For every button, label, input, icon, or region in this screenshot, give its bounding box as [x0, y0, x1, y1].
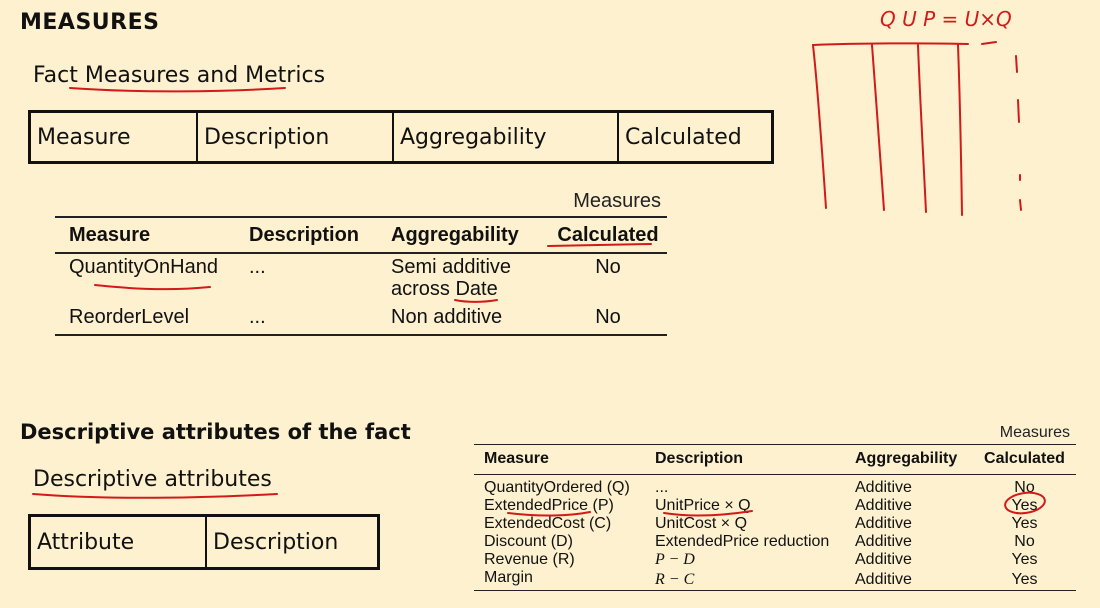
sketch-mark-1	[1015, 55, 1018, 73]
col-header-measure: Measure	[69, 223, 151, 246]
sketch-mark-2	[1017, 99, 1020, 123]
cell-calculated: Yes	[1011, 515, 1038, 532]
sketch-dash	[981, 41, 997, 45]
box-header-attribute: Attribute	[31, 517, 207, 567]
cell-description: P − D	[655, 551, 695, 568]
cell-measure: ExtendedPrice (P)	[484, 497, 614, 514]
sketch-mark-4	[1019, 199, 1022, 211]
cell-aggregability: Non additive	[391, 306, 503, 328]
cell-description: ...	[249, 256, 266, 278]
box-header-aggregability: Aggregability	[394, 113, 619, 161]
table-caption: Measures	[999, 424, 1070, 441]
cell-calculated: Yes	[1011, 497, 1038, 514]
cell-description: ...	[655, 479, 669, 496]
table-caption: Measures	[573, 190, 661, 212]
col-header-description: Description	[249, 223, 360, 246]
cell-measure: ReorderLevel	[69, 306, 190, 328]
aggregability-line1: Semi additive	[391, 256, 512, 278]
cell-aggregability: Additive	[855, 551, 912, 568]
sketch-col-4	[957, 44, 963, 216]
cell-aggregability: Additive	[855, 497, 912, 514]
sketch-col-2	[871, 44, 885, 211]
cell-aggregability: Additive	[855, 515, 912, 532]
table-header-row: Measure Description Aggregability Calcul…	[55, 217, 667, 253]
measure-template-box: Measure Description Aggregability Calcul…	[28, 110, 774, 164]
col-header-aggregability: Aggregability	[391, 223, 519, 246]
cell-calculated: No	[595, 256, 621, 278]
attribute-template-box: Attribute Description	[28, 514, 380, 570]
box-header-description: Description	[213, 529, 339, 555]
cell-aggregability: Additive	[855, 570, 912, 588]
cell-aggregability: Additive	[855, 533, 912, 550]
cell-measure: ExtendedCost (C)	[484, 515, 612, 532]
col-header-calculated: Calculated	[984, 450, 1065, 467]
measures-table-inventory: Measures Measure Description Aggregabili…	[55, 190, 667, 336]
cell-calculated: Yes	[1011, 570, 1038, 588]
cell-calculated: No	[1014, 533, 1035, 550]
table-row: ReorderLevel ... Non additive No	[55, 302, 667, 335]
table-row: Discount (D) ExtendedPrice reduction Add…	[474, 533, 1076, 551]
table-header-row: Measure Description Aggregability Calcul…	[474, 444, 1076, 475]
cell-calculated: No	[595, 306, 621, 328]
underline-heading	[69, 87, 286, 93]
box-header-measure: Measure	[31, 113, 198, 161]
cell-description: ExtendedPrice reduction	[655, 533, 830, 550]
cell-calculated: No	[1014, 479, 1035, 496]
sketch-table-top	[812, 42, 969, 46]
table-row: QuantityOnHand ... Semi additive across …	[55, 253, 667, 302]
table-row: Revenue (R) P − D Additive Yes	[474, 551, 1076, 569]
col-header-aggregability: Aggregability	[855, 450, 958, 467]
cell-aggregability: Additive	[855, 479, 912, 496]
subheading-descriptive-attributes: Descriptive attributes	[33, 467, 272, 492]
handwritten-formula: Q U P = U×Q	[880, 7, 1012, 31]
sketch-col-3	[917, 44, 927, 213]
sketch-col-1	[812, 44, 827, 209]
section-heading-fact-measures: Fact Measures and Metrics	[33, 63, 326, 88]
box-header-description: Description	[198, 113, 394, 161]
page-title: MEASURES	[20, 10, 160, 35]
table-row: ExtendedCost (C) UnitCost × Q Additive Y…	[474, 515, 1076, 533]
table-row: ExtendedPrice (P) UnitPrice × Q Additive…	[474, 497, 1076, 515]
table-row: QuantityOrdered (Q) ... Additive No	[474, 475, 1076, 498]
cell-measure: Revenue (R)	[484, 551, 575, 568]
measures-table-sales: Measures Measure Description Aggregabili…	[474, 424, 1076, 591]
cell-description: UnitCost × Q	[655, 515, 748, 532]
cell-measure: QuantityOrdered (Q)	[484, 479, 630, 496]
aggregability-line2: across Date	[391, 278, 498, 300]
col-header-calculated: Calculated	[557, 223, 659, 246]
cell-description: UnitPrice × Q	[655, 497, 751, 514]
cell-measure: Margin	[484, 569, 533, 586]
underline-descriptive	[32, 493, 278, 499]
box-header-calculated: Calculated	[625, 124, 742, 150]
cell-measure: QuantityOnHand	[69, 256, 218, 278]
cell-description: ...	[249, 306, 266, 328]
section-heading-descriptive-attributes: Descriptive attributes of the fact	[20, 420, 411, 444]
cell-description: R − C	[655, 570, 695, 588]
cell-calculated: Yes	[1011, 551, 1038, 568]
col-header-measure: Measure	[484, 450, 549, 467]
col-header-description: Description	[655, 450, 744, 467]
table-row: Margin R − C Additive Yes	[474, 569, 1076, 591]
cell-measure: Discount (D)	[484, 533, 573, 550]
cell-aggregability: Semi additive across Date	[377, 253, 549, 302]
